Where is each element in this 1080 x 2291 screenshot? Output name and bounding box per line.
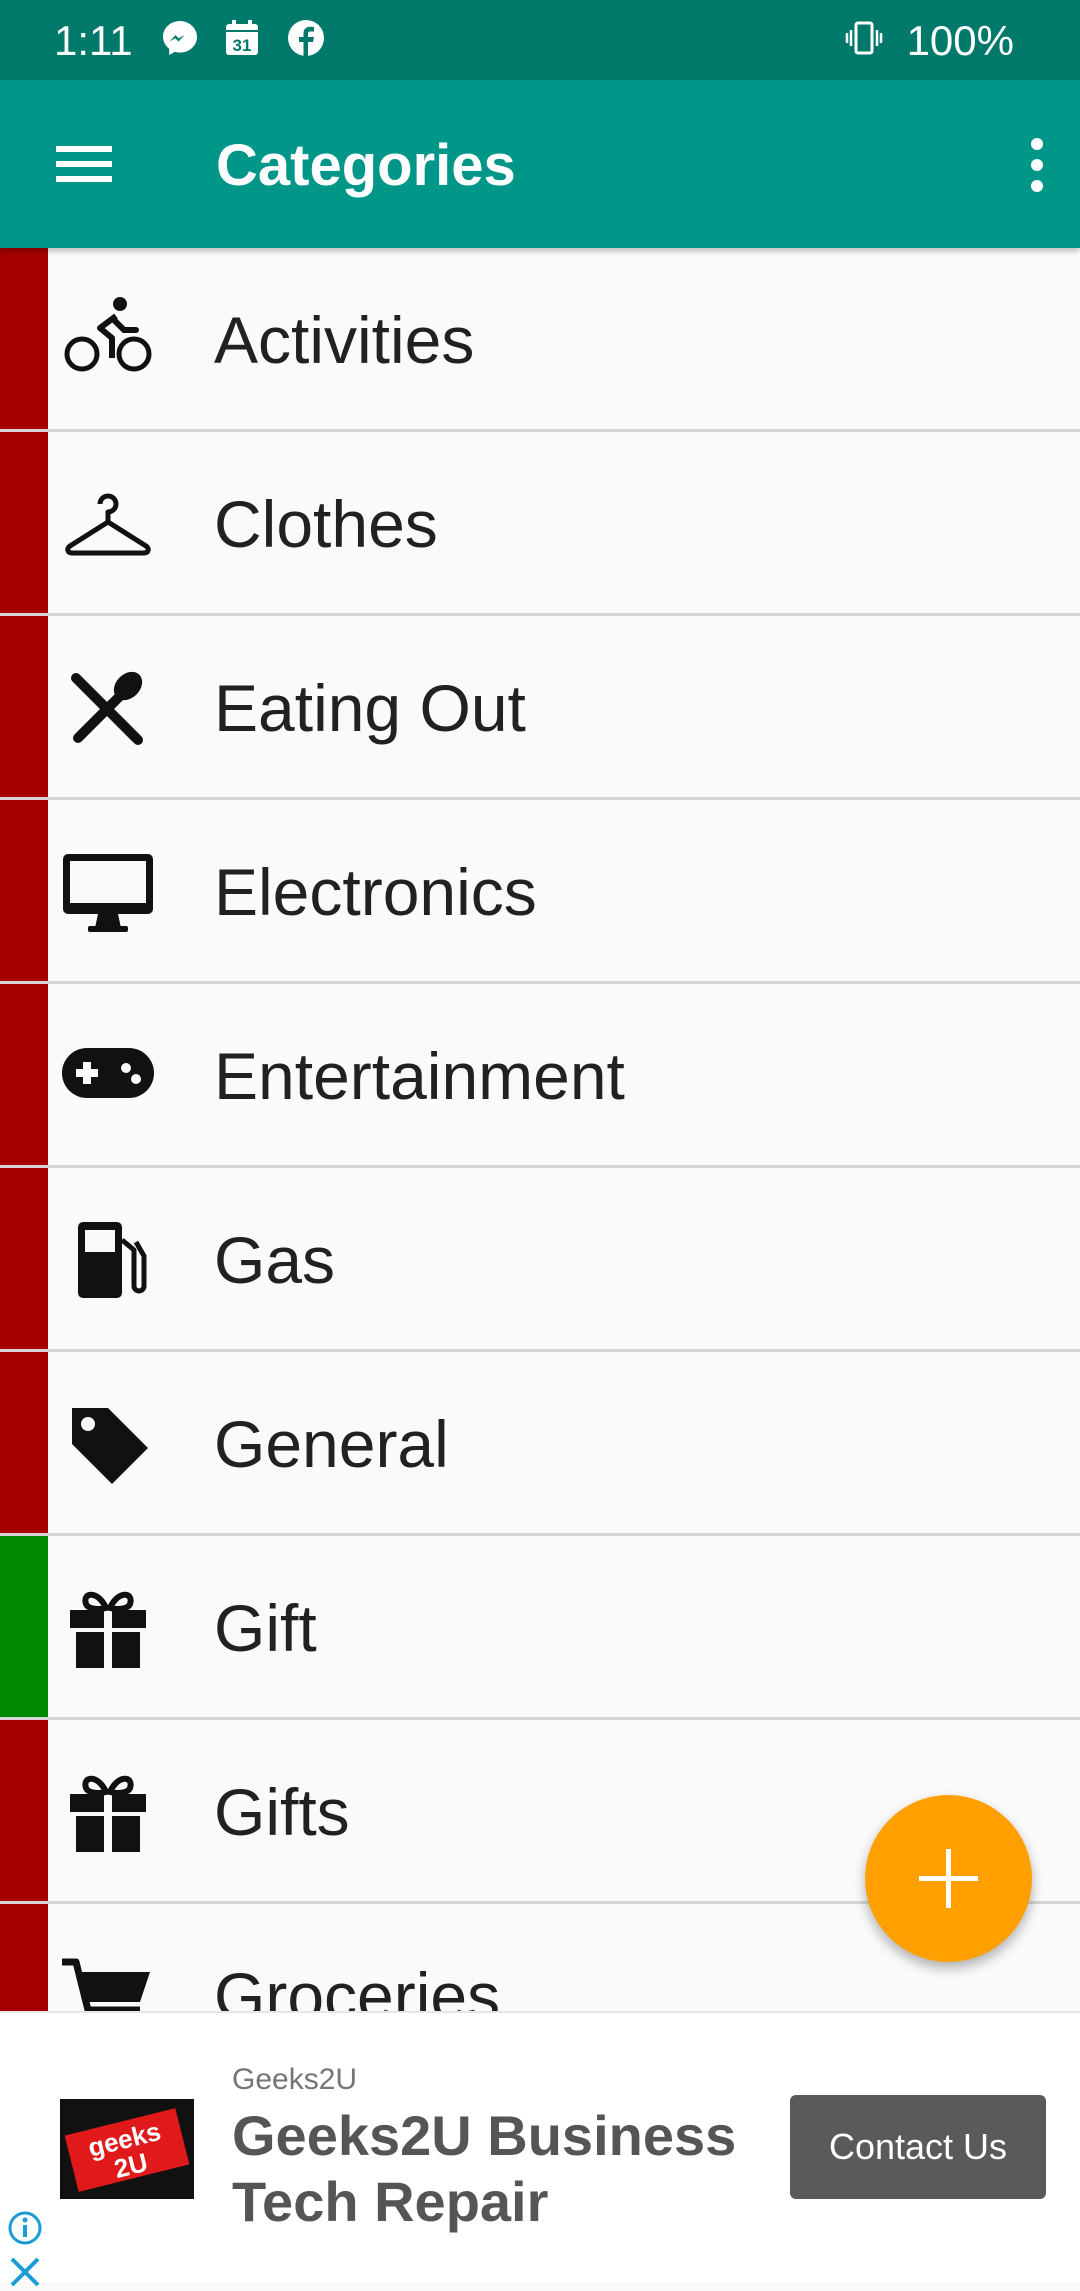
category-label: Gift [214,1591,317,1665]
hamburger-menu-icon[interactable] [42,128,126,200]
category-label: Entertainment [214,1039,625,1113]
category-row-general[interactable]: General [0,1352,1080,1536]
category-list: Activities Clothes Eating Out Electronic… [0,248,1080,2011]
category-row-eating-out[interactable]: Eating Out [0,616,1080,800]
category-row-clothes[interactable]: Clothes [0,432,1080,616]
ad-info-icon[interactable] [6,2209,44,2247]
category-label: Groceries [214,1959,501,2011]
utensils-icon [71,671,143,745]
calendar-day: 31 [233,36,252,55]
bike-icon [64,297,152,372]
category-color-stripe [0,1904,48,2011]
category-row-activities[interactable]: Activities [0,248,1080,432]
hanger-icon [65,493,151,556]
calendar-icon: 31 [226,20,258,55]
messenger-icon [163,21,197,55]
category-label: General [214,1407,449,1481]
category-color-stripe [0,248,48,429]
vibrate-icon [845,21,883,55]
category-color-stripe [0,984,48,1165]
category-row-electronics[interactable]: Electronics [0,800,1080,984]
category-label: Activities [214,303,475,377]
gas-pump-icon [78,1222,147,1298]
category-label: Gas [214,1223,336,1297]
category-color-stripe [0,1720,48,1901]
category-color-stripe [0,1168,48,1349]
status-bar: 1:11 31 100% [0,0,1080,80]
add-category-button[interactable] [865,1795,1032,1962]
gamepad-icon [62,1048,154,1098]
app-bar: Categories [0,80,1080,248]
gift-icon [70,1775,146,1854]
category-label: Eating Out [214,671,526,745]
contact-us-button[interactable]: Contact Us [790,2095,1046,2199]
category-row-entertainment[interactable]: Entertainment [0,984,1080,1168]
facebook-icon [288,20,324,56]
status-time: 1:11 [54,17,133,64]
plus-icon [919,1849,978,1908]
monitor-icon [63,854,153,932]
more-options-icon[interactable] [1002,120,1062,210]
category-color-stripe [0,432,48,613]
ad-banner[interactable]: geeks 2U Geeks2U Geeks2U Business Tech R… [0,2011,1080,2287]
tag-icon [72,1408,148,1484]
gift-icon [70,1591,146,1670]
ad-close-icon[interactable] [6,2253,44,2291]
page-title: Categories [216,133,516,198]
category-label: Electronics [214,855,537,929]
category-color-stripe [0,800,48,981]
category-label: Clothes [214,487,438,561]
category-color-stripe [0,1352,48,1533]
cart-icon [62,1958,150,2011]
category-label: Gifts [214,1775,350,1849]
battery-level: 100% [906,17,1014,64]
category-color-stripe [0,1536,48,1717]
category-row-gas[interactable]: Gas [0,1168,1080,1352]
category-color-stripe [0,616,48,797]
advertiser-logo: geeks 2U [60,2099,194,2199]
category-row-gift[interactable]: Gift [0,1536,1080,1720]
ad-advertiser: Geeks2U [232,2063,358,2096]
ad-headline[interactable]: Geeks2U Business Tech Repair [232,2103,772,2235]
